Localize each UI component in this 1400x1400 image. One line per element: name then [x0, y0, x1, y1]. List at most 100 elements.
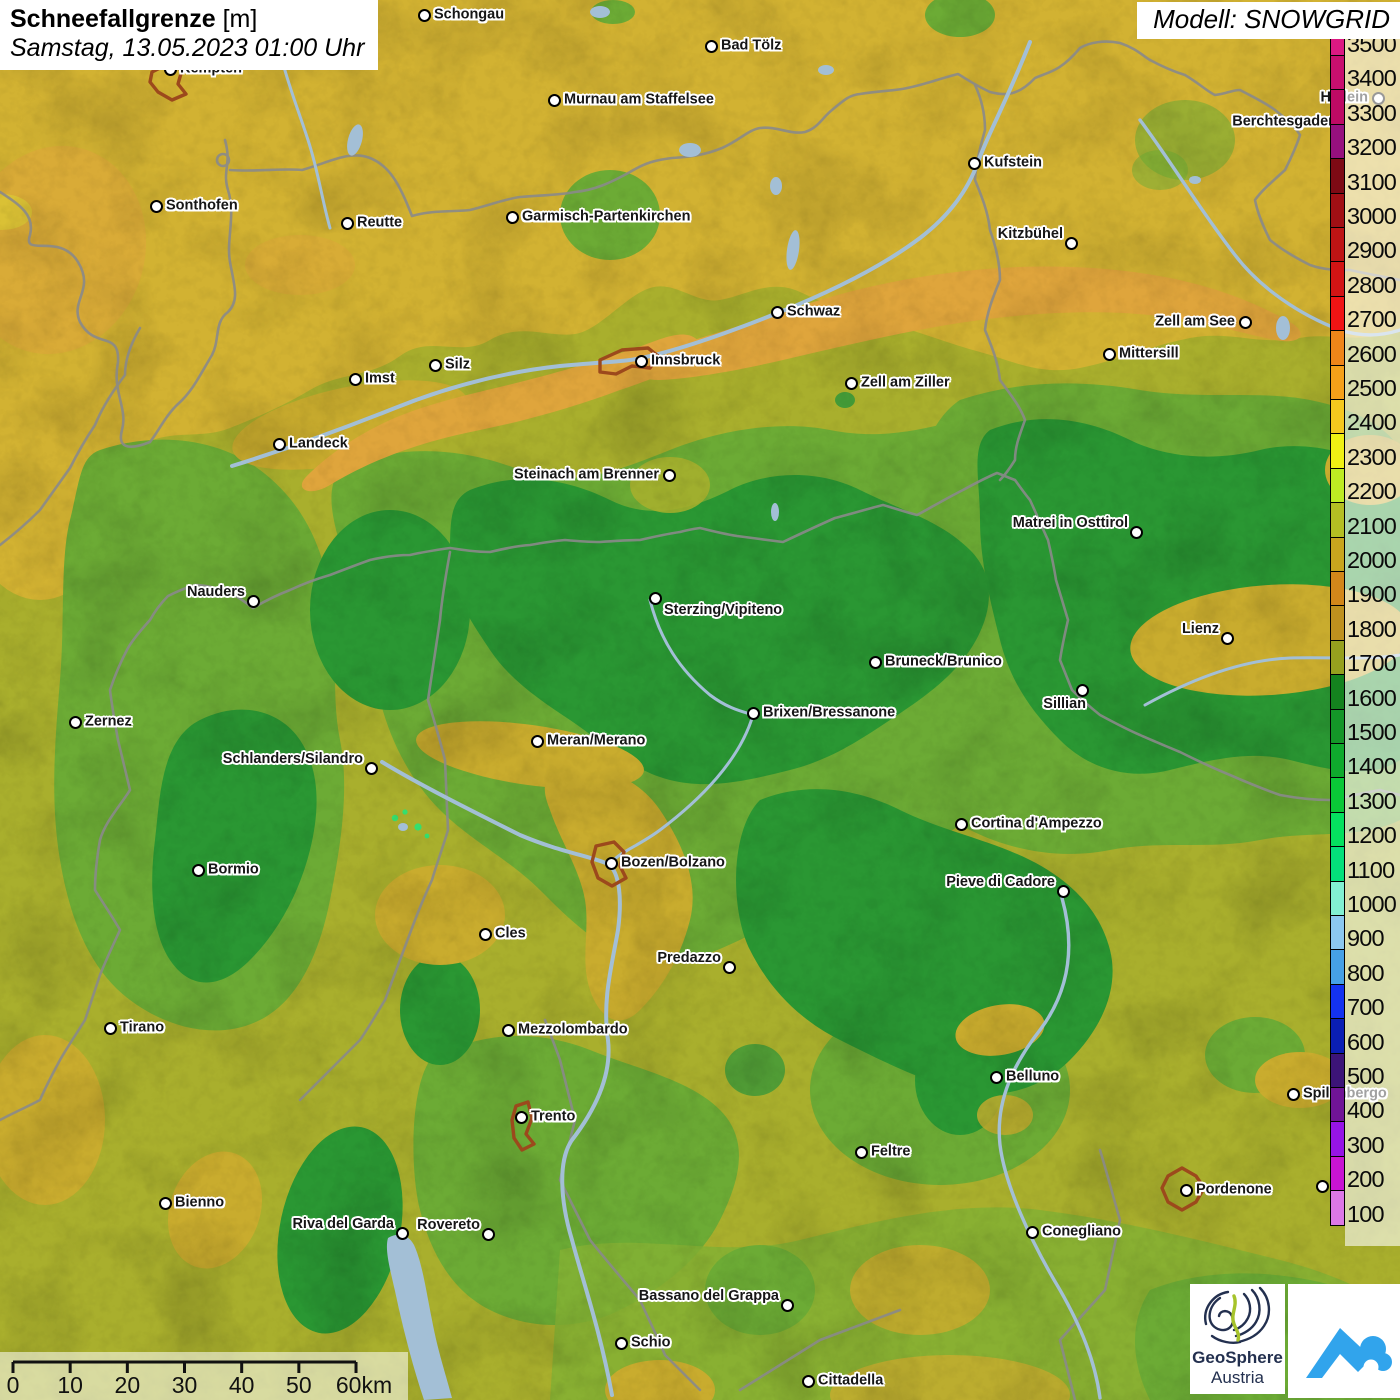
scalebar-label: 60km — [335, 1372, 393, 1398]
colorbar-segment — [1331, 605, 1344, 640]
colorbar-tick-label: 600 — [1347, 1028, 1385, 1055]
colorbar-segment — [1331, 227, 1344, 262]
city-marker-icon — [428, 358, 442, 372]
city-label: Reutte — [357, 214, 403, 231]
city-marker-icon — [417, 8, 431, 22]
colorbar-tick-label: 1600 — [1347, 684, 1397, 711]
scalebar-label: 30 — [171, 1372, 198, 1398]
city-marker-icon — [1064, 236, 1078, 250]
colorbar-segment — [1331, 1052, 1344, 1087]
city-label: Conegliano — [1042, 1223, 1121, 1240]
colorbar-segment — [1331, 1155, 1344, 1191]
scalebar: 0 10 20 30 40 50 60km — [0, 1352, 408, 1400]
colorbar — [1330, 33, 1345, 1226]
city-label: Nauders — [186, 584, 245, 600]
city-marker-icon — [158, 1196, 172, 1210]
title-unit: [m] — [222, 5, 258, 33]
colorbar-segment — [1331, 811, 1344, 847]
city-label: Sonthofen — [166, 197, 238, 214]
city-marker-icon — [501, 1023, 515, 1037]
weather-map-page: SchongauBad TölzKemptenMurnau am Staffel… — [0, 0, 1400, 1400]
colorbar-tick-label: 1900 — [1347, 581, 1397, 608]
city-label: Kitzbühel — [997, 226, 1063, 242]
city-marker-icon — [662, 468, 676, 482]
geosphere-logo-name: GeoSphere — [1192, 1348, 1283, 1367]
colorbar-tick-label: 400 — [1347, 1097, 1385, 1124]
colorbar-tick-label: 700 — [1347, 994, 1385, 1021]
city-label: Silz — [445, 356, 470, 373]
colorbar-tick-label: 1800 — [1347, 615, 1397, 642]
colorbar-segment — [1331, 192, 1344, 227]
colorbar-tick-label: 1700 — [1347, 650, 1397, 677]
scalebar-label: 0 — [6, 1372, 20, 1398]
city-label: Tirano — [120, 1019, 165, 1036]
colorbar-tick-label: 2100 — [1347, 512, 1397, 539]
city-layer: SchongauBad TölzKemptenMurnau am Staffel… — [0, 0, 1400, 1400]
page-title: Schneefallgrenze [m] — [10, 5, 364, 34]
city-label: Riva del Garda — [292, 1216, 394, 1232]
colorbar-segment — [1331, 158, 1344, 193]
city-marker-icon — [1056, 884, 1070, 898]
city-marker-icon — [1179, 1183, 1193, 1197]
colorbar-segment — [1331, 846, 1344, 881]
city-label: Zell am See — [1155, 313, 1235, 330]
city-marker-icon — [746, 706, 760, 720]
colorbar-segment — [1331, 777, 1344, 812]
colorbar-segment — [1331, 1018, 1344, 1053]
city-marker-icon — [770, 305, 784, 319]
colorbar-tick-label: 2300 — [1347, 443, 1397, 470]
colorbar-tick-label: 2400 — [1347, 409, 1397, 436]
colorbar-segment — [1331, 123, 1344, 159]
city-marker-icon — [68, 715, 82, 729]
city-marker-icon — [614, 1336, 628, 1350]
city-label: Berchtesgaden — [1232, 113, 1337, 130]
city-label: Bassano del Grappa — [638, 1288, 779, 1304]
scalebar-label: 20 — [114, 1372, 141, 1398]
city-marker-icon — [1286, 1087, 1300, 1101]
city-marker-icon — [481, 1227, 495, 1241]
title-text: Schneefallgrenze — [10, 5, 216, 33]
colorbar-tick-label: 3000 — [1347, 203, 1397, 229]
colorbar-segment — [1331, 433, 1344, 468]
colorbar-segment — [1331, 639, 1344, 675]
city-marker-icon — [348, 372, 362, 386]
colorbar-segment — [1331, 295, 1344, 331]
city-marker-icon — [1129, 525, 1143, 539]
city-marker-icon — [780, 1298, 794, 1312]
city-marker-icon — [844, 376, 858, 390]
colorbar-tick-label: 200 — [1347, 1166, 1385, 1193]
city-label: Mittersill — [1119, 345, 1179, 362]
colorbar-tick-label: 1100 — [1347, 856, 1395, 883]
colorbar-tick-label: 300 — [1347, 1131, 1385, 1158]
city-marker-icon — [191, 863, 205, 877]
colorbar-segment — [1331, 674, 1344, 709]
colorbar-segment — [1331, 399, 1344, 434]
colorbar-tick-label: 3200 — [1347, 134, 1397, 161]
colorbar-segment — [1331, 536, 1344, 571]
colorbar-tick-label: 1500 — [1347, 719, 1397, 745]
city-label: Cles — [495, 925, 526, 942]
colorbar-segment — [1331, 364, 1344, 399]
colorbar-tick-label: 2500 — [1347, 375, 1397, 401]
city-marker-icon — [1102, 347, 1116, 361]
colorbar-tick-label: 2200 — [1347, 478, 1397, 505]
city-marker-icon — [547, 93, 561, 107]
colorbar-segment — [1331, 1121, 1344, 1156]
city-label: Zernez — [85, 713, 132, 730]
city-marker-icon — [1220, 631, 1234, 645]
city-label: Schongau — [434, 6, 505, 23]
city-label: Predazzo — [657, 950, 721, 966]
city-marker-icon — [634, 354, 648, 368]
city-label: Landeck — [289, 435, 348, 452]
colorbar-tick-label: 3400 — [1347, 65, 1397, 92]
city-marker-icon — [854, 1145, 868, 1159]
city-marker-icon — [364, 761, 378, 775]
city-marker-icon — [340, 216, 354, 230]
colorbar-segment — [1331, 983, 1344, 1019]
colorbar-tick-label: 1200 — [1347, 822, 1397, 849]
city-marker-icon — [648, 591, 662, 605]
city-label: Sillian — [1043, 696, 1086, 712]
city-marker-icon — [103, 1021, 117, 1035]
city-label: Sterzing/Vipiteno — [664, 602, 783, 618]
colorbar-segment — [1331, 467, 1344, 503]
